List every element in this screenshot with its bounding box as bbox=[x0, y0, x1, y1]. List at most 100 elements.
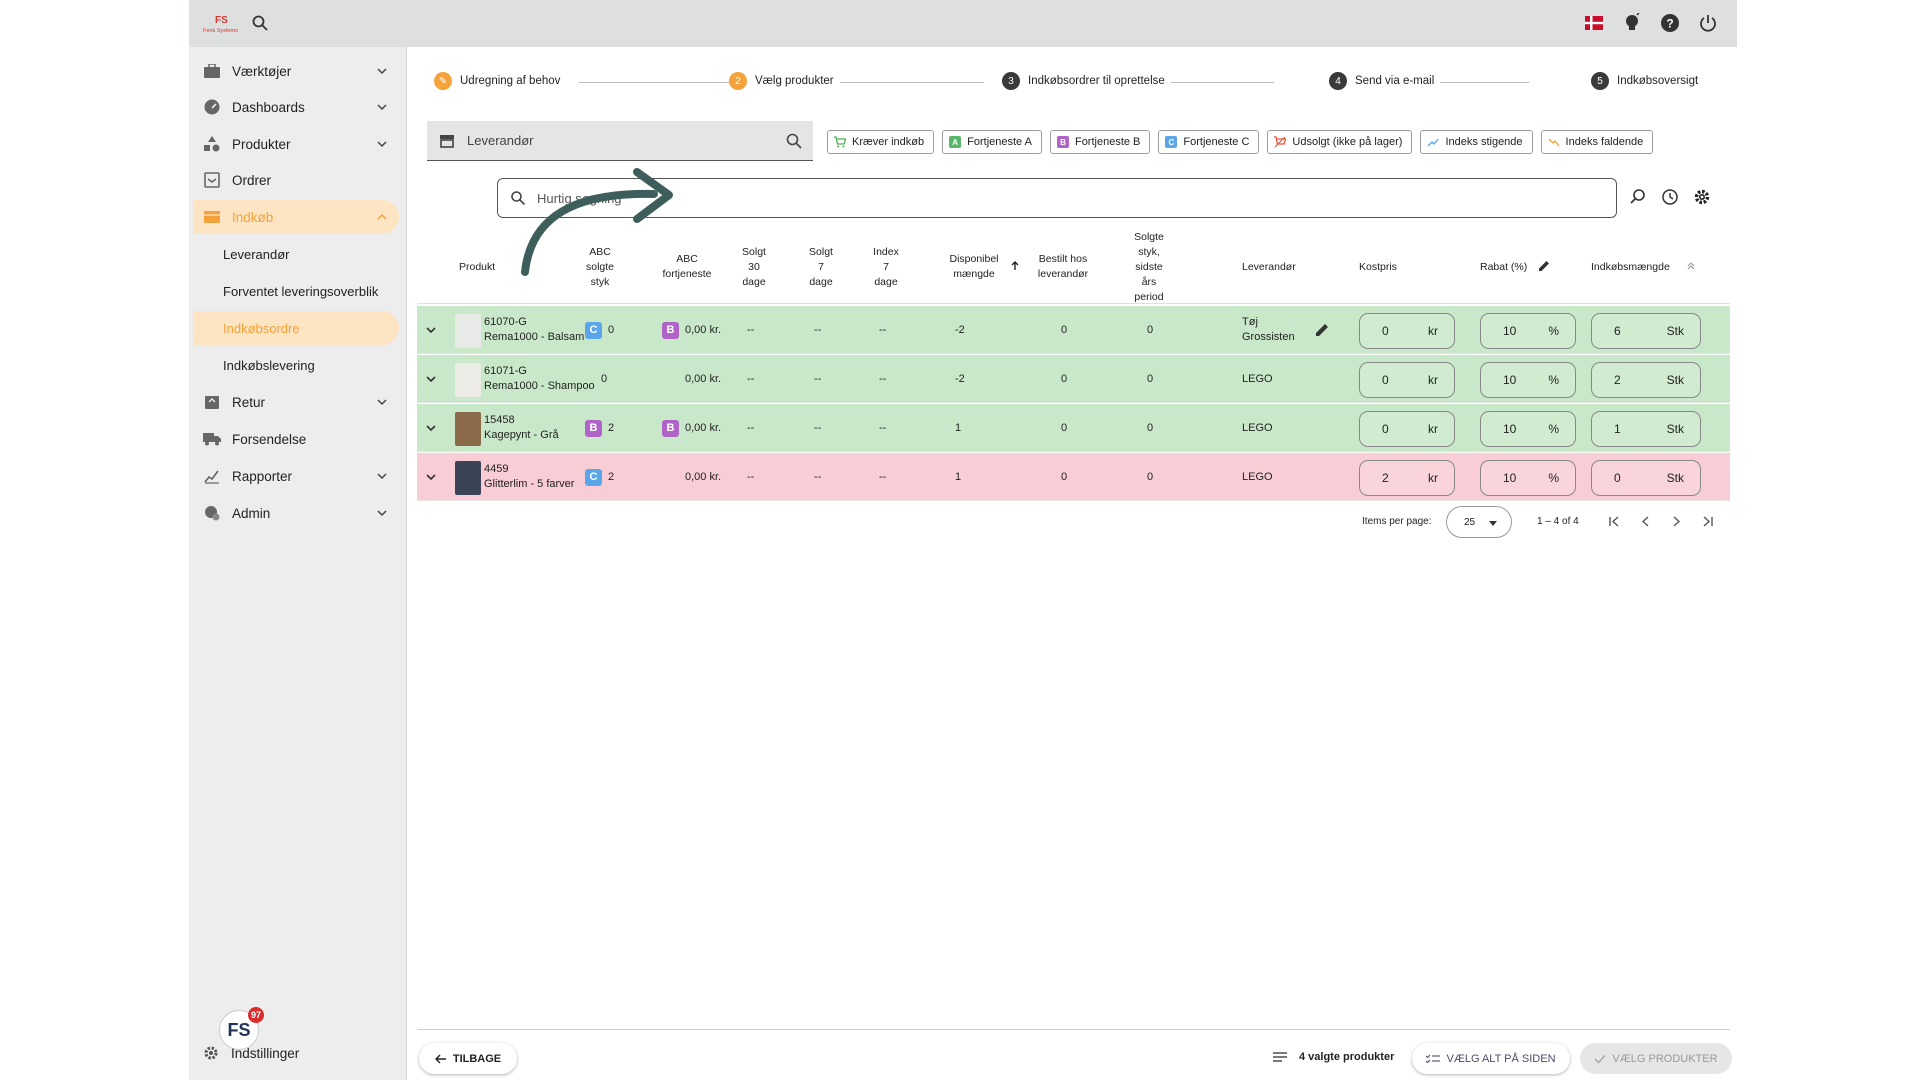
cost-price-input[interactable]: 0 kr bbox=[1359, 362, 1455, 398]
column-header-leverandor[interactable]: Leverandør bbox=[1242, 260, 1296, 275]
search-icon[interactable] bbox=[785, 132, 803, 150]
items-per-page-select[interactable]: 25 bbox=[1446, 506, 1512, 538]
discount-input[interactable]: 10% bbox=[1480, 362, 1576, 398]
chip-indeks-stigende[interactable]: Indeks stigende bbox=[1420, 130, 1533, 154]
power-icon[interactable] bbox=[1697, 12, 1719, 34]
column-header-solgt7[interactable]: Solgt 7 dage bbox=[801, 245, 841, 290]
column-header-bestilt[interactable]: Bestilt hos leverandør bbox=[1027, 252, 1099, 282]
next-page-icon[interactable] bbox=[1669, 514, 1684, 529]
column-header-indkobsmaengde[interactable]: Indkøbsmængde bbox=[1591, 260, 1670, 275]
abc-sold-cell: C2 bbox=[585, 453, 614, 501]
supplier-value: LEGO bbox=[1242, 372, 1273, 385]
cost-price-input[interactable]: 0 kr bbox=[1359, 313, 1455, 349]
product-name[interactable]: 61070-G Rema1000 - Balsam bbox=[484, 315, 584, 345]
expand-chevron-icon[interactable] bbox=[423, 420, 439, 436]
return-icon bbox=[203, 393, 221, 411]
search-icon[interactable] bbox=[251, 14, 269, 32]
expand-chevron-icon[interactable] bbox=[423, 469, 439, 485]
filter-chips: Kræver indkøb A Fortjeneste A B Fortjene… bbox=[827, 130, 1654, 154]
column-header-produkt[interactable]: Produkt bbox=[459, 260, 495, 275]
danish-flag-icon[interactable] bbox=[1583, 12, 1605, 34]
choose-products-button[interactable]: VÆLG PRODUKTER bbox=[1580, 1043, 1732, 1074]
chip-label: Fortjeneste A bbox=[967, 136, 1032, 148]
sidebar-item-forsendelse[interactable]: Forsendelse bbox=[189, 422, 407, 456]
chip-fortjeneste-c[interactable]: C Fortjeneste C bbox=[1158, 130, 1260, 154]
discount-input[interactable]: 10% bbox=[1480, 313, 1576, 349]
history-icon[interactable] bbox=[1661, 188, 1679, 206]
sidebar-item-indkob[interactable]: Indkøb bbox=[189, 200, 407, 234]
items-per-page-value: 25 bbox=[1464, 517, 1476, 528]
column-header-solgt30[interactable]: Solgt 30 dage bbox=[734, 245, 774, 290]
sidebar-subitem-indkobslevering[interactable]: Indkøbslevering bbox=[223, 348, 315, 382]
column-header-abc-fortjeneste[interactable]: ABC fortjeneste bbox=[654, 252, 720, 282]
table-row[interactable]: 15458 Kagepynt - Grå B2 B 0,00 kr. -- -- … bbox=[417, 404, 1730, 452]
first-page-icon[interactable] bbox=[1607, 514, 1622, 529]
gear-icon[interactable] bbox=[1693, 188, 1711, 206]
sidebar-subitem-forventet-leveringsoverblik[interactable]: Forventet leveringsoverblik bbox=[223, 274, 378, 308]
product-name[interactable]: 15458 Kagepynt - Grå bbox=[484, 413, 559, 443]
cost-price-input[interactable]: 2 kr bbox=[1359, 460, 1455, 496]
abc-profit-value: 0,00 kr. bbox=[685, 324, 722, 336]
zoom-search-icon[interactable] bbox=[1629, 188, 1647, 206]
product-name[interactable]: 4459 Glitterlim - 5 farver bbox=[484, 462, 574, 492]
lightbulb-icon[interactable] bbox=[1621, 12, 1643, 34]
sidebar-subitem-indkobsordre[interactable]: Indkøbsordre bbox=[223, 311, 300, 345]
chip-kraever-indkob[interactable]: Kræver indkøb bbox=[827, 130, 935, 154]
sidebar-item-produkter[interactable]: Produkter bbox=[189, 127, 407, 161]
discount-input[interactable]: 10% bbox=[1480, 460, 1576, 496]
chip-indeks-faldende[interactable]: Indeks faldende bbox=[1540, 130, 1654, 154]
step-udregning[interactable]: ✎ Udregning af behov bbox=[434, 72, 567, 90]
column-header-rabat[interactable]: Rabat (%) bbox=[1480, 260, 1527, 275]
chart-icon bbox=[203, 467, 221, 485]
quantity-input[interactable]: 1 Stk bbox=[1591, 411, 1701, 447]
column-header-kostpris[interactable]: Kostpris bbox=[1359, 260, 1397, 275]
column-header-solgte-sidste-aar[interactable]: Solgte styk, sidste års period bbox=[1129, 230, 1169, 305]
edit-pencil-icon[interactable] bbox=[1538, 260, 1550, 272]
checklist-icon bbox=[1426, 1054, 1441, 1063]
chip-udsolgt[interactable]: Udsolgt (ikke på lager) bbox=[1267, 130, 1413, 154]
soldout-icon bbox=[1274, 136, 1287, 148]
table-row[interactable]: 61071-G Rema1000 - Shampoo 0 0,00 kr. --… bbox=[417, 355, 1730, 403]
select-all-on-page-button[interactable]: VÆLG ALT PÅ SIDEN bbox=[1412, 1043, 1570, 1074]
last-page-icon[interactable] bbox=[1700, 514, 1715, 529]
chip-fortjeneste-b[interactable]: B Fortjeneste B bbox=[1049, 130, 1151, 154]
chip-fortjeneste-a[interactable]: A Fortjeneste A bbox=[942, 130, 1042, 154]
supplier-select[interactable]: Leverandør bbox=[427, 121, 813, 161]
sidebar-item-label: Dashboards bbox=[232, 99, 305, 115]
sidebar-item-dashboards[interactable]: Dashboards bbox=[189, 90, 407, 124]
expand-chevron-icon[interactable] bbox=[423, 371, 439, 387]
quantity-input[interactable]: 0 Stk bbox=[1591, 460, 1701, 496]
sort-arrow-up-icon[interactable] bbox=[1010, 261, 1020, 271]
edit-pencil-icon[interactable] bbox=[1315, 323, 1329, 337]
sidebar-item-rapporter[interactable]: Rapporter bbox=[189, 459, 407, 493]
quantity-value: 1 bbox=[1614, 422, 1621, 436]
sidebar-item-retur[interactable]: Retur bbox=[189, 385, 407, 419]
product-name[interactable]: 61071-G Rema1000 - Shampoo bbox=[484, 364, 595, 394]
fs-support-badge[interactable]: FS 97 bbox=[219, 1007, 264, 1050]
settings-link[interactable]: Indstillinger bbox=[203, 1045, 299, 1061]
column-header-disponibel[interactable]: Disponibel mængde bbox=[943, 252, 1005, 282]
column-header-abc-solgte[interactable]: ABC solgte styk bbox=[577, 245, 623, 290]
index-7-value: -- bbox=[879, 373, 887, 385]
table-row[interactable]: 61070-G Rema1000 - Balsam C0 B 0,00 kr. -… bbox=[417, 306, 1730, 354]
previous-page-icon[interactable] bbox=[1638, 514, 1653, 529]
sidebar-item-ordrer[interactable]: Ordrer bbox=[189, 163, 407, 197]
help-icon[interactable]: ? bbox=[1659, 12, 1681, 34]
column-header-index7[interactable]: Index 7 dage bbox=[866, 245, 906, 290]
back-button[interactable]: TILBAGE bbox=[419, 1043, 517, 1074]
expand-chevron-icon[interactable] bbox=[423, 322, 439, 338]
step-send-email[interactable]: 4 Send via e-mail bbox=[1329, 72, 1441, 90]
sort-chevrons-icon[interactable] bbox=[1686, 261, 1696, 271]
discount-input[interactable]: 10% bbox=[1480, 411, 1576, 447]
sidebar-item-vaerktojer[interactable]: Værktøjer bbox=[189, 54, 407, 88]
cost-price-input[interactable]: 0 kr bbox=[1359, 411, 1455, 447]
app-logo[interactable]: FS Fenk Systems bbox=[201, 12, 241, 34]
sidebar-item-admin[interactable]: Admin bbox=[189, 496, 407, 530]
step-indkobsordrer[interactable]: 3 Indkøbsordrer til oprettelse bbox=[1002, 72, 1171, 90]
step-indkobsoversigt[interactable]: 5 Indkøbsoversigt bbox=[1591, 72, 1705, 90]
table-row[interactable]: 4459 Glitterlim - 5 farver C2 0,00 kr. -… bbox=[417, 453, 1730, 501]
quantity-input[interactable]: 6 Stk bbox=[1591, 313, 1701, 349]
sidebar-subitem-leverandor[interactable]: Leverandør bbox=[223, 237, 289, 271]
quantity-input[interactable]: 2 Stk bbox=[1591, 362, 1701, 398]
step-vaelg-produkter[interactable]: 2 Vælg produkter bbox=[729, 72, 840, 90]
